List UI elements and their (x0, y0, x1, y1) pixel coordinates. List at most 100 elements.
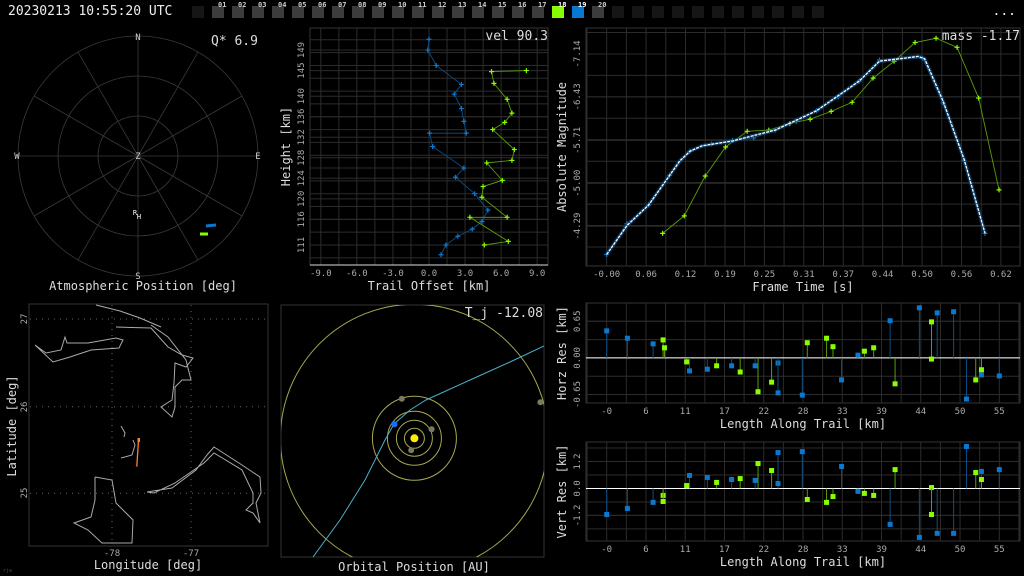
trail-chart: -9.0 -6.0 -3.0 0.0 3.0 6.0 9.0 111 116 120 124 128 1… (279, 27, 549, 293)
data-point (509, 157, 515, 163)
x-tick-label: 0.19 (714, 270, 736, 280)
x-tick-label: 50 (955, 407, 966, 417)
x-tick-label: -0.00 (593, 270, 620, 280)
x-tick-label: 22 (758, 545, 769, 555)
sky-spoke (77, 155, 139, 261)
planet-marker (537, 399, 544, 406)
planet-marker (408, 447, 415, 454)
data-point (928, 356, 934, 362)
data-point (704, 474, 710, 480)
earth-marker (391, 421, 398, 428)
x-tick-label: -6.0 (346, 269, 368, 279)
x-axis-label: Trail Offset [km] (368, 279, 491, 293)
data-point (604, 328, 610, 334)
data-point (954, 44, 960, 50)
data-point (951, 530, 957, 536)
x-tick-label: 44 (915, 407, 926, 417)
data-point (973, 470, 979, 476)
blue-station-marker (205, 223, 217, 228)
y-tick-label: 128 (297, 150, 307, 166)
coastline (115, 324, 194, 418)
data-point (650, 499, 656, 505)
data-point (775, 390, 781, 396)
data-point (916, 534, 922, 540)
data-point (684, 483, 690, 489)
data-point (624, 335, 630, 341)
data-point (963, 396, 969, 402)
y-tick-label: 0.00 (573, 347, 583, 369)
data-point (855, 352, 861, 358)
sky-spoke (137, 155, 243, 217)
data-point (650, 341, 656, 347)
map-ytick: 26 (20, 402, 30, 413)
data-point (604, 512, 610, 518)
orbit-title: Orbital Position [AU] (338, 560, 490, 574)
y-tick-label: 0.65 (573, 310, 583, 332)
x-tick-label: 0.12 (675, 270, 697, 280)
plot-frame (585, 27, 1021, 267)
dashboard-canvas: N S W E Z R H Q* 6.9 Atmospheric Positio… (3, 27, 1021, 574)
data-point (824, 335, 830, 341)
data-point (660, 498, 666, 504)
sky-title: Atmospheric Position [deg] (49, 279, 237, 293)
x-tick-label: 44 (915, 545, 926, 555)
coastline (120, 425, 126, 438)
y-tick-label: 132 (297, 129, 307, 145)
y-tick-label: 116 (297, 211, 307, 227)
data-point (481, 242, 487, 248)
data-point (752, 477, 758, 483)
y-axis-label: Horz Res [km] (555, 306, 569, 400)
data-point (458, 106, 464, 112)
data-point (714, 363, 720, 369)
orbital-position-plot (280, 304, 545, 558)
y-tick-label: -0.65 (573, 381, 583, 408)
chart-stat: mass -1.17 (942, 29, 1020, 44)
coastline (95, 304, 162, 328)
sky-spoke (33, 155, 139, 217)
data-point (978, 367, 984, 373)
data-point (729, 476, 735, 482)
chart-stat: vel 90.3 (485, 29, 548, 44)
data-point (505, 238, 511, 244)
coastline (120, 439, 136, 459)
data-point (775, 450, 781, 456)
x-tick-label: 55 (994, 545, 1005, 555)
x-tick-label: 50 (955, 545, 966, 555)
y-tick-label: -4.29 (573, 213, 583, 240)
data-point (861, 490, 867, 496)
series-fit (605, 54, 987, 256)
x-tick-label: 11 (680, 545, 691, 555)
data-point (804, 340, 810, 346)
data-point (928, 319, 934, 325)
y-tick-label: 124 (297, 170, 307, 186)
x-tick-label: 11 (680, 407, 691, 417)
data-point (928, 512, 934, 518)
q-star-stat: Q* 6.9 (211, 34, 258, 49)
planet-marker (398, 395, 405, 402)
x-tick-label: 33 (837, 407, 848, 417)
map-frame (28, 303, 269, 547)
data-point (887, 318, 893, 324)
data-point (951, 309, 957, 315)
ground-track (136, 438, 140, 467)
data-point (892, 381, 898, 387)
data-point (425, 47, 431, 53)
data-point (839, 463, 845, 469)
planet-marker (428, 426, 435, 433)
tisserand-stat: T_j -12.08 (465, 306, 543, 321)
x-tick-label: 6 (643, 545, 648, 555)
y-axis-label: Vert Res [km] (555, 445, 569, 539)
series-station-blue (604, 55, 988, 258)
x-axis-label: Frame Time [s] (752, 280, 853, 294)
data-point (978, 476, 984, 482)
y-tick-label: -7.14 (573, 40, 583, 67)
north-label: N (135, 33, 140, 43)
y-tick-label: 1.2 (573, 453, 583, 469)
x-tick-label: 0.50 (911, 270, 933, 280)
x-tick-label: 22 (758, 407, 769, 417)
series-station-green (660, 35, 1002, 236)
data-point (996, 373, 1002, 379)
y-tick-label: -5.00 (573, 170, 583, 197)
x-tick-label: 0.25 (754, 270, 776, 280)
data-point (775, 481, 781, 487)
